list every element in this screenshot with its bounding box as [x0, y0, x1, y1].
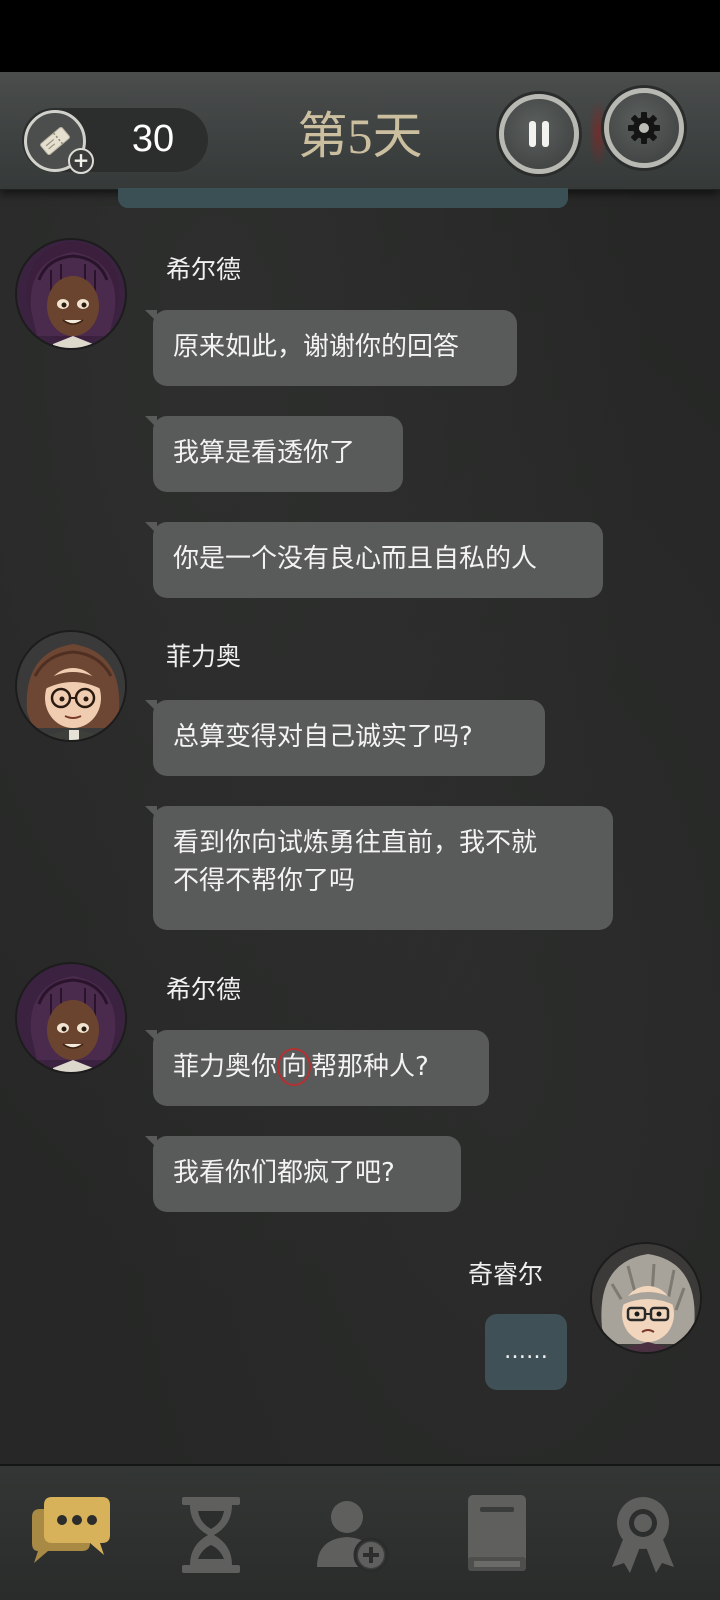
message-bubble: 总算变得对自己诚实了吗?	[153, 700, 545, 776]
filio-portrait	[17, 632, 125, 740]
message-text-before: 菲力奥你	[173, 1052, 278, 1082]
avatar-hilde[interactable]	[15, 962, 127, 1074]
message-bubble: 我算是看透你了	[153, 416, 403, 492]
nav-hourglass[interactable]	[166, 1490, 256, 1580]
chat-icon	[32, 1497, 110, 1563]
settings-button[interactable]	[604, 88, 684, 168]
hilde-portrait	[17, 240, 125, 348]
nav-add-friend[interactable]	[308, 1490, 398, 1580]
plus-icon[interactable]: +	[68, 148, 94, 174]
message-bubble: 菲力奥你向帮那种人?	[153, 1030, 489, 1106]
pause-button[interactable]	[499, 94, 579, 174]
gear-icon	[628, 112, 660, 144]
pause-icon	[529, 121, 549, 147]
add-friend-icon	[317, 1501, 389, 1573]
sender-name: 菲力奥	[166, 642, 242, 671]
hourglass-icon	[182, 1497, 240, 1573]
player-portrait	[592, 1244, 700, 1352]
bubble-tail	[145, 416, 157, 428]
nav-award[interactable]	[598, 1490, 688, 1580]
message-bubble: 你是一个没有良心而且自私的人	[153, 522, 603, 598]
circled-character: 向	[277, 1048, 312, 1086]
avatar-hilde[interactable]	[15, 238, 127, 350]
message-bubble: 原来如此，谢谢你的回答	[153, 310, 517, 386]
bubble-tail	[145, 1136, 157, 1148]
nav-book[interactable]	[452, 1490, 542, 1580]
currency-value: 30	[131, 118, 175, 160]
bubble-tail	[145, 1030, 157, 1042]
banner-lip	[118, 188, 568, 208]
sender-name: 希尔德	[166, 975, 242, 1004]
bubble-tail	[145, 522, 157, 534]
avatar-filio[interactable]	[15, 630, 127, 742]
message-text-after: 帮那种人?	[311, 1052, 429, 1082]
message-bubble-self: ……	[485, 1314, 567, 1390]
message-bubble: 看到你向试炼勇往直前，我不就 不得不帮你了吗	[153, 806, 613, 930]
sender-name: 奇睿尔	[468, 1260, 544, 1289]
bubble-tail	[145, 700, 157, 712]
message-bubble: 我看你们都疯了吧?	[153, 1136, 461, 1212]
nav-chat[interactable]	[24, 1490, 114, 1580]
status-bar	[0, 0, 720, 72]
sender-name: 希尔德	[166, 255, 242, 284]
avatar-player[interactable]	[590, 1242, 702, 1354]
bubble-tail	[145, 310, 157, 322]
book-icon	[468, 1495, 526, 1571]
hilde-portrait	[17, 964, 125, 1072]
day-title: 第5天	[297, 108, 423, 164]
award-icon	[612, 1497, 674, 1573]
bubble-tail	[145, 806, 157, 818]
